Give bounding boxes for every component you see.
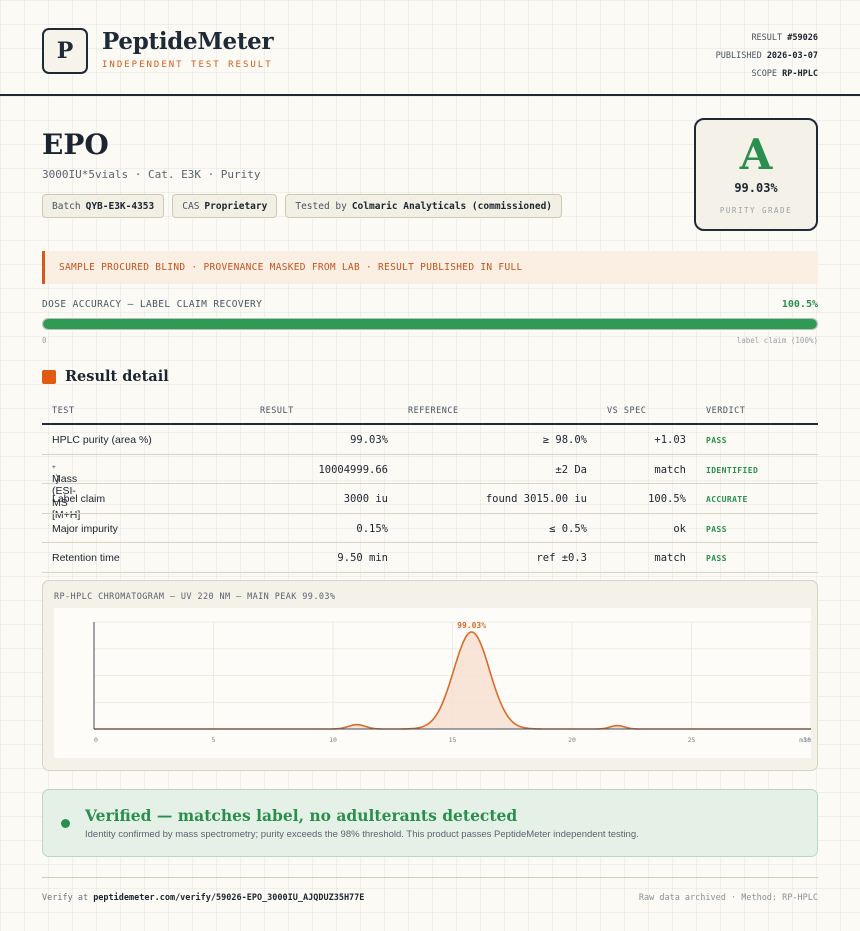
cell-verdict: ACCURATE [706, 495, 748, 504]
cell-vs-spec: ok [673, 522, 686, 535]
grade-value: 99.03% [734, 181, 778, 195]
cell-verdict: IDENTIFIED [706, 465, 759, 475]
header-test: TEST [52, 406, 75, 416]
grade-label: PURITY GRADE [719, 206, 793, 215]
verify-link-text: Verify at peptidemeter.com/verify/59026-… [42, 893, 364, 903]
product-subtitle: 3000IU*5vials · Cat. E3K · Purity [42, 168, 261, 181]
cas-chip: CAS Proprietary [172, 194, 278, 218]
batch-value: QYB-E3K-4353 [85, 200, 155, 212]
x-tick-label: 10 [329, 736, 337, 744]
product-chips: Batch QYB-E3K-4353 CAS Proprietary Tested … [42, 194, 563, 218]
chromatogram-svg: 0 5 10 15 20 25 30min99.03% [93, 621, 811, 744]
result-id: #59026 [787, 33, 818, 43]
brand-tagline: INDEPENDENT TEST RESULT [102, 60, 273, 70]
cell-result: 99.03% [350, 434, 388, 446]
verified-banner: Verified — matches label, no adulterants… [42, 789, 818, 857]
grade-letter: A [739, 130, 773, 179]
published-label: PUBLISHED [715, 51, 762, 61]
table-row: Retention time 9.50 min ref ±0.3 match P… [42, 543, 818, 573]
verify-prefix: Verify at [42, 893, 89, 903]
chromatogram-title: RP-HPLC CHROMATOGRAM — UV 220 NM — MAIN … [54, 592, 336, 602]
chromatogram-plot: 0 5 10 15 20 25 30 min 99.03% [54, 608, 811, 758]
dose-accuracy-label: DOSE ACCURACY — LABEL CLAIM RECOVERY [42, 299, 263, 310]
header-result: RESULT [260, 406, 294, 416]
blind-notice: SAMPLE PROCURED BLIND · PROVENANCE MASKE… [42, 251, 818, 284]
x-unit-label: min [799, 736, 811, 744]
cas-value: Proprietary [204, 200, 268, 212]
cell-result: 9.50 min [337, 552, 388, 564]
cell-reference: ≥ 98.0% [542, 434, 587, 446]
cell-reference: ref ±0.3 [536, 552, 587, 564]
table-row: Major impurity 0.15% ≤ 0.5% ok PASS [42, 514, 818, 543]
dose-accuracy-bar [42, 318, 818, 330]
x-tick-label: 25 [688, 736, 696, 744]
verified-title: Verified — matches label, no adulterants… [85, 806, 518, 825]
x-tick-label: 20 [568, 736, 576, 744]
result-meta: RESULT #59026 PUBLISHED 2026-03-07 SCOPE… [716, 29, 818, 83]
verified-dot-icon [61, 819, 70, 828]
cell-vs-spec: 100.5% [648, 493, 686, 505]
cell-test: Mass (ESI-MS [M+H] +) [52, 463, 80, 521]
cell-test-sup: + [52, 463, 56, 471]
cas-label: CAS [182, 200, 200, 212]
header-vs-spec: VS SPEC [607, 406, 647, 416]
cell-test: Major impurity [52, 522, 118, 535]
header-verdict: VERDICT [706, 406, 746, 416]
batch-chip: Batch QYB-E3K-4353 [42, 194, 165, 218]
cell-reference: ±2 Da [555, 463, 587, 476]
section-title: Result detail [65, 368, 169, 385]
dose-accuracy-bar-fill [43, 319, 817, 329]
result-label: RESULT [751, 33, 783, 43]
table-row: HPLC purity (area %) 99.03% ≥ 98.0% +1.0… [42, 425, 818, 455]
section-square-icon [42, 370, 56, 384]
dose-accuracy-value: 100.5% [781, 299, 818, 310]
cell-vs-spec: match [654, 552, 686, 564]
purity-grade-card: A 99.03% PURITY GRADE [694, 118, 818, 231]
cell-reference: found 3015.00 iu [485, 493, 587, 505]
logo: P [42, 28, 88, 74]
cell-test-tail: ) [55, 472, 60, 485]
verify-url[interactable]: peptidemeter.com/verify/59026-EPO_3000IU… [93, 893, 364, 903]
scope-value: RP-HPLC [782, 69, 818, 79]
footer-method: Raw data archived · Method: RP-HPLC [638, 893, 818, 903]
cell-verdict: PASS [706, 436, 727, 445]
table-header: TEST RESULT REFERENCE VS SPEC VERDICT [42, 398, 818, 425]
peak-data-label: 99.03% [457, 621, 486, 630]
cell-verdict: PASS [706, 524, 727, 534]
cell-test: Label claim [52, 493, 106, 505]
x-tick-label: 5 [212, 736, 216, 744]
cell-test: HPLC purity (area %) [52, 434, 152, 446]
chromatogram-card: RP-HPLC CHROMATOGRAM — UV 220 NM — MAIN … [42, 580, 818, 771]
batch-label: Batch [52, 200, 81, 212]
x-tick-label: 0 [94, 736, 98, 744]
cell-vs-spec: +1.03 [654, 434, 686, 446]
tested-value: Colmaric Analyticals (commissioned) [351, 200, 553, 212]
header: P PeptideMeter INDEPENDENT TEST RESULT R… [0, 0, 860, 96]
footer-divider [42, 877, 818, 878]
scope-label: SCOPE [751, 69, 778, 79]
dose-bar-max-label: label claim (100%) [736, 336, 818, 345]
published-date: 2026-03-07 [766, 51, 818, 61]
product-name: EPO [42, 128, 109, 161]
cell-result: 10004999.66 [318, 463, 388, 476]
brand-name: PeptideMeter [102, 28, 274, 55]
x-tick-label: 15 [449, 736, 457, 744]
cell-reference: ≤ 0.5% [549, 522, 587, 535]
verified-text: Identity confirmed by mass spectrometry;… [85, 829, 639, 840]
cell-test: Retention time [52, 552, 120, 564]
results-table: TEST RESULT REFERENCE VS SPEC VERDICT HP… [42, 398, 818, 573]
table-row: Mass (ESI-MS [M+H] +) 10004999.66 ±2 Da m… [42, 455, 818, 521]
cell-result: 0.15% [356, 522, 388, 535]
dose-bar-min-label: 0 [42, 336, 47, 345]
tested-label: Tested by [295, 200, 347, 212]
table-row: Label claim 3000 iu found 3015.00 iu 100… [42, 484, 818, 514]
tested-by-chip: Tested by Colmaric Analyticals (commissio… [285, 194, 563, 218]
cell-verdict: PASS [706, 554, 727, 563]
header-reference: REFERENCE [408, 406, 459, 416]
cell-vs-spec: match [654, 463, 686, 476]
cell-result: 3000 iu [343, 493, 388, 505]
